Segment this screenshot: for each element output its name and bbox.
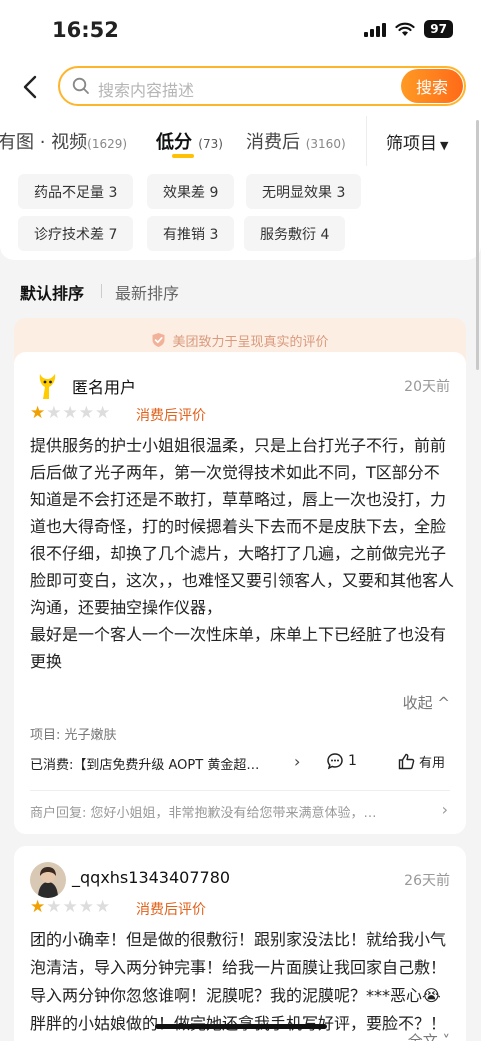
comment-button[interactable]: 1 (326, 752, 357, 770)
star-empty-icon: ★ (78, 897, 94, 917)
active-tab-indicator (172, 154, 194, 158)
wifi-icon (395, 22, 415, 36)
project-label: 项目: 光子嫩肤 (30, 728, 117, 743)
comment-count: 1 (348, 753, 357, 769)
expand-button[interactable]: 全文 ˅ (408, 1030, 450, 1041)
sort-bar: 默认排序 最新排序 (0, 268, 481, 312)
tab-label: 消费后 (246, 132, 300, 153)
consumed-deal[interactable]: 已消费:【到店免费升级 AOPT 黄金超… (30, 754, 322, 773)
expand-label: 全文 (407, 1032, 438, 1041)
helpful-button[interactable]: 有用 (398, 752, 445, 771)
sort-default[interactable]: 默认排序 (20, 280, 84, 304)
home-indicator[interactable] (155, 1024, 327, 1029)
star-empty-icon: ★ (46, 897, 62, 917)
tab-count: (73) (198, 137, 223, 151)
review-card: _qqxhs1343407780 26天前 ★ ★ ★ ★ ★ 消费后评价 团的… (14, 846, 466, 1041)
username[interactable]: 匿名用户 (72, 374, 136, 398)
chip[interactable]: 药品不足量 3 (18, 174, 134, 209)
chevron-right-icon[interactable]: › (294, 752, 300, 771)
chevron-right-icon[interactable]: › (442, 800, 448, 819)
review-text[interactable]: 提供服务的护士小姐姐很温柔，只是上台打光子不行，前前后后做了光子两年，第一次觉得… (30, 432, 454, 675)
star-empty-icon: ★ (78, 403, 94, 423)
status-time: 16:52 (52, 18, 119, 42)
status-bar: 16:52 97 (0, 0, 481, 60)
review-type-tag: 消费后评价 (136, 408, 206, 424)
status-icons: 97 (364, 20, 453, 38)
review-text[interactable]: 团的小确幸！但是做的很敷衍！跟别家没法比！就给我小气泡清洁，导入两分钟完事！给我… (30, 926, 454, 1038)
search-placeholder: 搜索内容描述 (98, 81, 195, 100)
search-icon (72, 77, 89, 94)
filter-button[interactable]: 筛项目 ▼ (386, 129, 448, 154)
review-time: 26天前 (404, 873, 450, 889)
collapse-button[interactable]: 收起 ^ (403, 692, 450, 713)
tab-low-score[interactable]: 低分 (73) (156, 128, 223, 154)
avatar (30, 862, 66, 898)
tab-with-media[interactable]: 有图 · 视频(1629) (0, 128, 127, 154)
chip[interactable]: 诊疗技术差 7 (18, 216, 134, 251)
chevron-down-icon: ˅ (437, 1032, 450, 1041)
tab-count: (3160) (305, 137, 346, 151)
review-tabs: 有图 · 视频(1629) 低分 (73) 消费后 (3160) 筛项目 ▼ (0, 116, 481, 166)
chevron-left-icon (23, 75, 37, 99)
tab-count: (1629) (87, 137, 128, 151)
helpful-label: 有用 (419, 756, 446, 771)
star-filled-icon: ★ (30, 403, 46, 423)
battery-indicator: 97 (424, 20, 453, 38)
chip[interactable]: 效果差 9 (147, 174, 235, 209)
search-button[interactable]: 搜索 (401, 69, 463, 103)
star-rating: ★ ★ ★ ★ ★ (30, 404, 110, 422)
filter-label: 筛项目 (386, 134, 437, 154)
tab-label: 有图 · 视频 (0, 132, 88, 153)
star-rating: ★ ★ ★ ★ ★ (30, 898, 110, 916)
star-filled-icon: ★ (30, 897, 46, 917)
shield-check-icon (152, 333, 165, 347)
caret-down-icon: ▼ (440, 139, 449, 152)
review-card: 匿名用户 20天前 ★ ★ ★ ★ ★ 消费后评价 提供服务的护士小姐姐很温柔，… (14, 352, 466, 834)
scrollbar[interactable] (476, 120, 479, 370)
star-empty-icon: ★ (95, 897, 111, 917)
sort-latest[interactable]: 最新排序 (115, 280, 179, 304)
review-type-tag: 消费后评价 (136, 902, 206, 918)
comment-icon (327, 753, 343, 770)
thumbs-up-icon (398, 753, 415, 770)
tab-label: 低分 (156, 132, 192, 153)
chip[interactable]: 服务敷衍 4 (244, 216, 346, 251)
sort-divider (101, 284, 102, 298)
chip[interactable]: 有推销 3 (147, 216, 235, 251)
divider (30, 790, 450, 791)
cellular-signal-icon (364, 21, 387, 37)
back-button[interactable] (15, 70, 45, 104)
chevron-up-icon: ^ (432, 694, 450, 712)
merchant-reply[interactable]: 商户回复: 您好小姐姐，非常抱歉没有给您带来满意体验，… (30, 802, 430, 821)
banner-text: 美团致力于呈现真实的评价 (172, 334, 329, 350)
tab-after-consumption[interactable]: 消费后 (3160) (246, 128, 346, 154)
collapse-label: 收起 (402, 694, 433, 712)
review-time: 20天前 (404, 379, 450, 395)
avatar (30, 368, 66, 404)
header: 搜索内容描述 搜索 (0, 60, 481, 116)
star-empty-icon: ★ (95, 403, 111, 423)
chip[interactable]: 无明显效果 3 (246, 174, 362, 209)
star-empty-icon: ★ (62, 403, 78, 423)
star-empty-icon: ★ (62, 897, 78, 917)
tag-chips: 药品不足量 3 效果差 9 无明显效果 3 诊疗技术差 7 有推销 3 服务敷衍… (0, 166, 481, 260)
filter-divider (366, 116, 367, 166)
star-empty-icon: ★ (46, 403, 62, 423)
username[interactable]: _qqxhs1343407780 (72, 868, 230, 887)
search-input[interactable]: 搜索内容描述 搜索 (58, 66, 466, 106)
